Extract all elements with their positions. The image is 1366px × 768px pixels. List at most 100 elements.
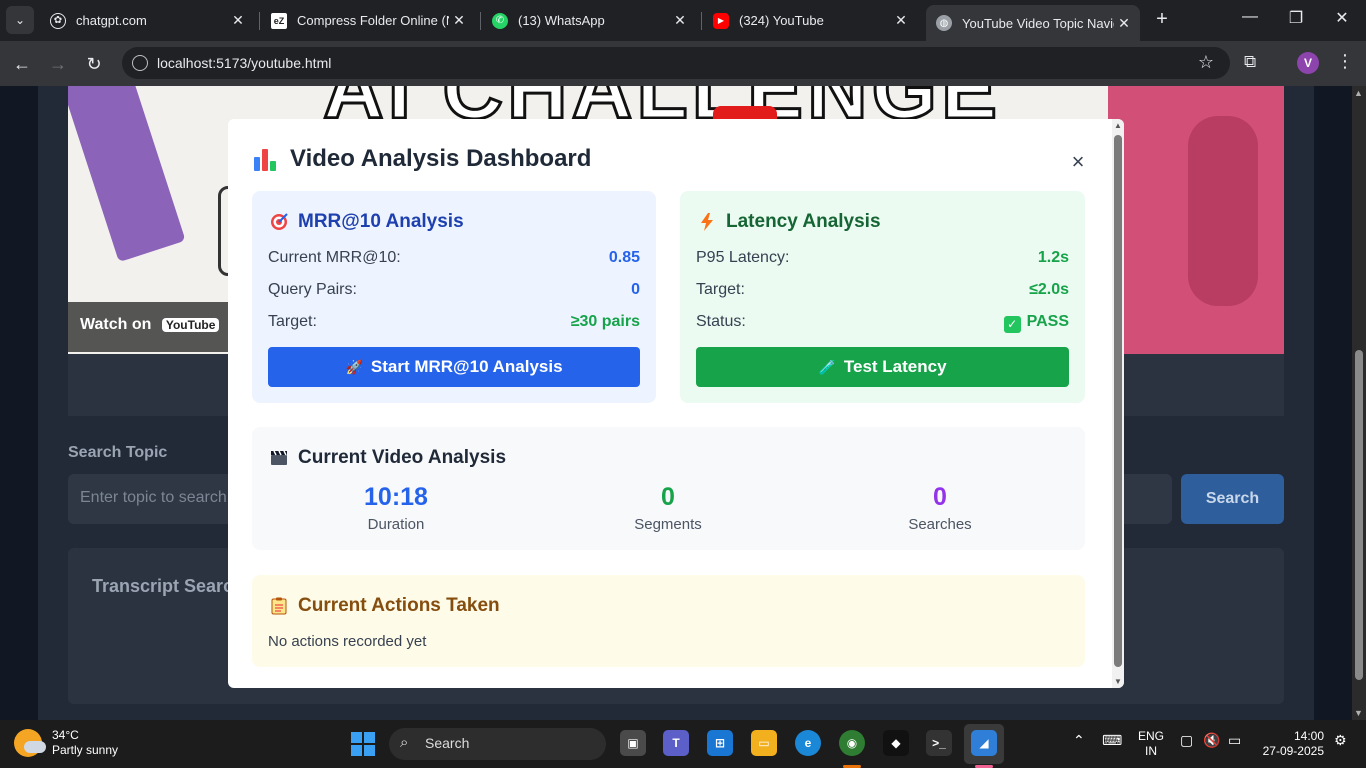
new-tab-plus-icon[interactable]: + — [1150, 8, 1174, 32]
task-view-icon[interactable]: ▣ — [620, 730, 646, 756]
latency-analysis-card: Latency Analysis P95 Latency: 1.2s Targe… — [680, 191, 1085, 403]
clock-date: 27-09-2025 — [1262, 744, 1324, 758]
segments-value: 0 — [661, 483, 675, 511]
file-explorer-icon[interactable]: ▭ — [751, 730, 777, 756]
latency-status-row: Status: ✓ PASS — [696, 313, 1069, 333]
reload-icon[interactable]: ↻ — [81, 51, 107, 77]
actions-title-text: Current Actions Taken — [298, 595, 500, 616]
scroll-up-arrow-icon[interactable]: ▲ — [1354, 88, 1363, 98]
latency-target-label: Target: — [696, 281, 745, 298]
browser-menu-icon[interactable]: ⋮ — [1336, 51, 1354, 72]
chrome-icon[interactable]: ◉ — [839, 730, 865, 756]
tab-compress-folder[interactable]: eZ Compress Folder Online (No ✕ — [261, 5, 475, 36]
latency-p95-label: P95 Latency: — [696, 249, 790, 266]
test-latency-button[interactable]: 🧪 Test Latency — [696, 347, 1069, 387]
taskbar-search-label: Search — [425, 735, 470, 751]
windows-taskbar: 34°C Partly sunny ⌕ Search ▣ T ⊞ ▭ e ◉ ◆… — [0, 720, 1366, 768]
restore-icon[interactable]: ❐ — [1276, 8, 1316, 28]
modal-scroll-up-icon[interactable]: ▲ — [1114, 121, 1122, 130]
cursor-app-icon[interactable]: ◆ — [883, 730, 909, 756]
address-bar[interactable]: localhost:5173/youtube.html ☆ — [122, 47, 1230, 79]
target-icon — [268, 213, 290, 231]
vscode-like-app-icon[interactable]: ◢ — [971, 730, 997, 756]
close-window-icon[interactable]: ✕ — [1322, 8, 1362, 28]
duration-label: Duration — [367, 516, 425, 533]
actions-card-title: Current Actions Taken — [268, 595, 500, 617]
modal-close-button[interactable]: × — [1066, 149, 1090, 175]
browser-toolbar: ← → ↻ localhost:5173/youtube.html ☆ ⧉ V … — [0, 41, 1366, 86]
youtube-logo-icon: YouTube — [161, 317, 220, 332]
tray-overflow-chevron-icon[interactable]: ⌃ — [1073, 732, 1085, 749]
mrr-card-title: MRR@10 Analysis — [268, 211, 464, 233]
latency-title-text: Latency Analysis — [726, 211, 881, 232]
lightning-icon — [696, 213, 718, 231]
microsoft-store-icon[interactable]: ⊞ — [707, 730, 733, 756]
tab-youtube[interactable]: ▶ (324) YouTube ✕ — [703, 5, 917, 36]
weather-widget[interactable]: 34°C Partly sunny — [14, 728, 118, 758]
mrr-query-pairs-row: Query Pairs: 0 — [268, 281, 640, 299]
whatsapp-icon: ✆ — [492, 12, 508, 29]
tab-close-icon[interactable]: ✕ — [228, 12, 248, 29]
tab-close-icon[interactable]: ✕ — [1114, 15, 1134, 32]
tab-search-chevron-icon[interactable]: ⌄ — [6, 6, 34, 34]
mrr-current-label: Current MRR@10: — [268, 249, 401, 266]
video-analysis-dashboard-modal: Video Analysis Dashboard × MRR@10 Analys… — [228, 119, 1124, 688]
notifications-icon[interactable]: ⚙ — [1334, 732, 1347, 749]
teams-icon[interactable]: T — [663, 730, 689, 756]
start-mrr-button-label: Start MRR@10 Analysis — [370, 357, 563, 376]
minimize-icon[interactable]: — — [1230, 8, 1270, 26]
duration-value: 10:18 — [364, 483, 428, 511]
modal-scroll-down-icon[interactable]: ▼ — [1114, 677, 1122, 686]
bookmark-star-icon[interactable]: ☆ — [1198, 52, 1214, 73]
speaker-muted-icon[interactable]: 🔇 — [1203, 732, 1220, 749]
tab-youtube-topic-navigator[interactable]: ◍ YouTube Video Topic Naviga ✕ — [926, 5, 1140, 41]
clipboard-icon — [268, 597, 290, 615]
profile-avatar[interactable]: V — [1297, 52, 1319, 74]
tab-close-icon[interactable]: ✕ — [449, 12, 469, 29]
forward-arrow-icon[interactable]: → — [45, 51, 71, 77]
edge-icon[interactable]: e — [795, 730, 821, 756]
search-button[interactable]: Search — [1181, 474, 1284, 524]
scroll-down-arrow-icon[interactable]: ▼ — [1354, 708, 1363, 718]
tab-close-icon[interactable]: ✕ — [670, 12, 690, 29]
extensions-puzzle-icon[interactable]: ⧉ — [1244, 52, 1266, 74]
bar-chart-icon — [254, 147, 278, 171]
site-info-icon[interactable] — [132, 55, 148, 71]
tab-close-icon[interactable]: ✕ — [891, 12, 911, 29]
ezyzip-icon: eZ — [271, 12, 287, 29]
latency-target-value: ≤2.0s — [1029, 281, 1069, 298]
system-clock[interactable]: 14:00 27-09-2025 — [1258, 729, 1324, 759]
no-actions-text: No actions recorded yet — [268, 633, 427, 650]
globe-icon: ◍ — [936, 15, 952, 31]
modal-scrollbar[interactable]: ▲ ▼ — [1112, 119, 1124, 688]
mrr-target-row: Target: ≥30 pairs — [268, 313, 640, 331]
taskbar-search-box[interactable]: ⌕ Search — [389, 728, 606, 760]
display-icon[interactable]: ▢ — [1180, 732, 1193, 749]
latency-status-value: ✓ PASS — [1003, 313, 1069, 333]
language-indicator[interactable]: ENG IN — [1138, 729, 1164, 759]
keyboard-icon[interactable]: ⌨ — [1102, 732, 1122, 749]
terminal-icon[interactable]: >_ — [926, 730, 952, 756]
page-scrollbar[interactable]: ▲ ▼ — [1352, 86, 1366, 720]
start-mrr-analysis-button[interactable]: 🚀 Start MRR@10 Analysis — [268, 347, 640, 387]
mrr-target-value: ≥30 pairs — [570, 313, 640, 330]
modal-scrollbar-thumb[interactable] — [1114, 135, 1122, 667]
duration-metric: 10:18 Duration — [306, 483, 486, 533]
tab-whatsapp[interactable]: ✆ (13) WhatsApp ✕ — [482, 5, 696, 36]
current-video-analysis-card: Current Video Analysis 10:18 Duration 0 … — [252, 427, 1085, 550]
test-latency-button-label: Test Latency — [843, 357, 947, 376]
page-scrollbar-thumb[interactable] — [1355, 350, 1363, 680]
clapperboard-icon — [268, 450, 290, 466]
current-actions-card: Current Actions Taken No actions recorde… — [252, 575, 1085, 667]
segments-metric: 0 Segments — [578, 483, 758, 533]
latency-target-row: Target: ≤2.0s — [696, 281, 1069, 299]
address-url[interactable]: localhost:5173/youtube.html — [157, 55, 331, 71]
battery-icon[interactable]: ▭ — [1228, 732, 1241, 749]
language-line2: IN — [1145, 744, 1157, 758]
back-arrow-icon[interactable]: ← — [9, 51, 35, 77]
mrr-analysis-card: MRR@10 Analysis Current MRR@10: 0.85 Que… — [252, 191, 656, 403]
windows-start-icon[interactable] — [351, 732, 375, 756]
tab-chatgpt[interactable]: ✿ chatgpt.com ✕ — [40, 5, 254, 36]
modal-title-text: Video Analysis Dashboard — [290, 145, 592, 172]
transcript-search-title: Transcript Search — [92, 576, 245, 596]
